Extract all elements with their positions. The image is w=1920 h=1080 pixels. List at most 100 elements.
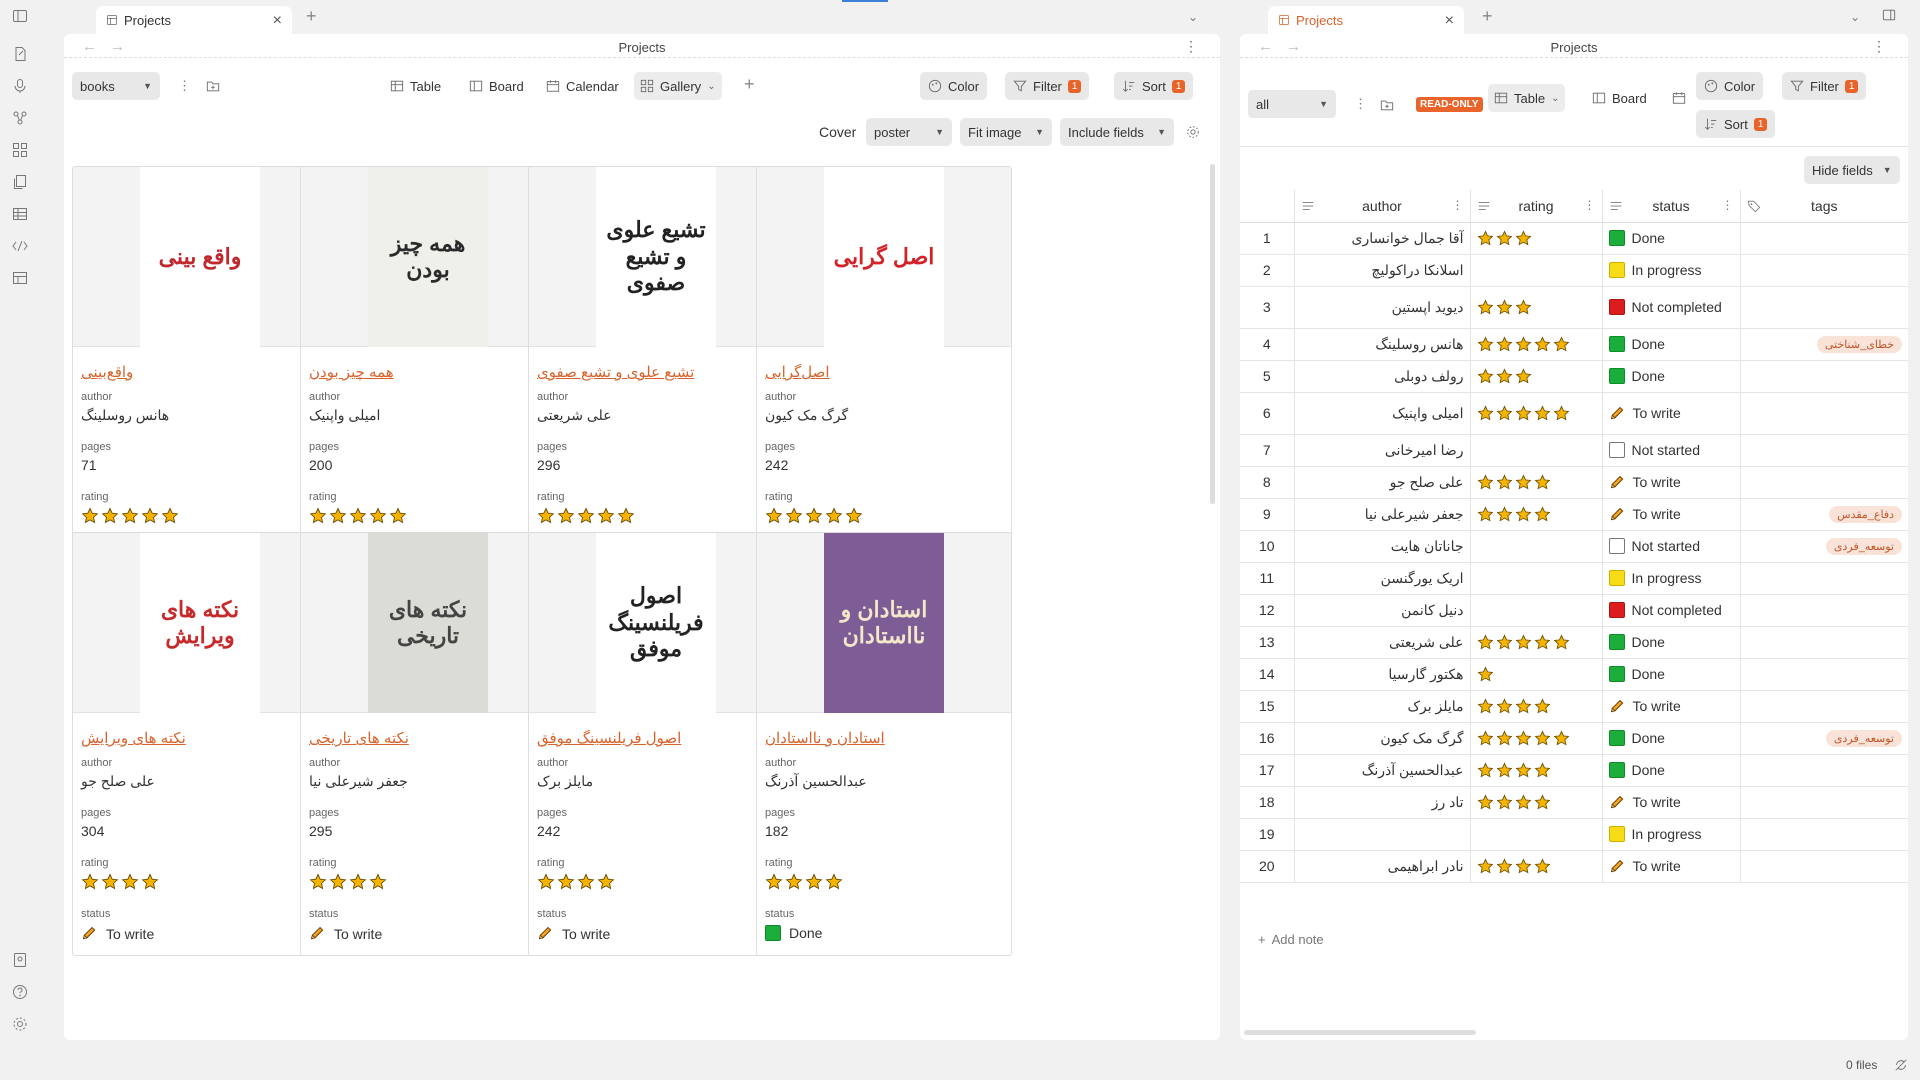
gallery-card[interactable]: استادان و نااستادان استادان و نااستادان au… bbox=[756, 532, 1012, 956]
table-row[interactable]: 9 جعفر شیرعلی نیا To write دفاع_مقدس bbox=[1240, 498, 1908, 531]
cell-rating[interactable] bbox=[1470, 658, 1603, 691]
table-row[interactable]: 17 عبدالحسین آذرنگ Done bbox=[1240, 754, 1908, 787]
table-row[interactable]: 2 اسلانکا دراکولیچ In progress bbox=[1240, 254, 1908, 287]
cell-rating[interactable] bbox=[1470, 498, 1603, 531]
microphone-icon[interactable] bbox=[12, 78, 28, 94]
cell-author[interactable]: تاد رز bbox=[1294, 786, 1471, 819]
sync-off-icon[interactable] bbox=[1894, 1058, 1908, 1072]
new-tab-icon[interactable]: + bbox=[306, 6, 317, 27]
cell-status[interactable]: To write bbox=[1602, 392, 1741, 435]
right-sidebar-toggle-icon[interactable] bbox=[1882, 8, 1896, 22]
cell-author[interactable]: جاناتان هایت bbox=[1294, 530, 1471, 563]
cell-tags[interactable] bbox=[1740, 466, 1908, 499]
more-options-icon[interactable]: ⋮ bbox=[1872, 38, 1886, 55]
new-folder-icon[interactable] bbox=[206, 79, 220, 93]
cell-author[interactable]: مایلز برک bbox=[1294, 690, 1471, 723]
table-row[interactable]: 12 دنیل کانمن Not completed bbox=[1240, 594, 1908, 627]
table-row[interactable]: 5 رولف دوبلی Done bbox=[1240, 360, 1908, 393]
close-tab-icon[interactable]: × bbox=[1445, 12, 1454, 30]
cell-tags[interactable] bbox=[1740, 562, 1908, 595]
cell-rating[interactable] bbox=[1470, 530, 1603, 563]
add-view-icon[interactable]: + bbox=[744, 74, 755, 95]
card-title-link[interactable]: استادان و نااستادان bbox=[765, 729, 1003, 747]
settings-gear-icon[interactable] bbox=[12, 1016, 28, 1032]
view-board[interactable]: Board bbox=[463, 72, 530, 100]
cell-author[interactable]: اسلانکا دراکولیچ bbox=[1294, 254, 1471, 287]
column-header-rating[interactable]: rating ⋮ bbox=[1470, 190, 1603, 223]
cell-rating[interactable] bbox=[1470, 818, 1603, 851]
cell-rating[interactable] bbox=[1470, 328, 1603, 361]
cell-author[interactable]: گرگ مک کیون bbox=[1294, 722, 1471, 755]
tab-projects-right[interactable]: Projects × bbox=[1268, 6, 1464, 34]
cell-status[interactable]: To write bbox=[1602, 498, 1741, 531]
percent-code-icon[interactable] bbox=[12, 238, 28, 254]
calendar-icon[interactable] bbox=[1672, 91, 1686, 105]
card-title-link[interactable]: اصول فریلنسینگ موفق bbox=[537, 729, 775, 747]
copy-icon[interactable] bbox=[12, 174, 28, 190]
table-row[interactable]: 11 اریک یورگنسن In progress bbox=[1240, 562, 1908, 595]
hide-fields-button[interactable]: Hide fields ▼ bbox=[1804, 156, 1900, 184]
view-table[interactable]: Table bbox=[384, 72, 447, 100]
table-row[interactable]: 7 رضا امیرخانی Not started bbox=[1240, 434, 1908, 467]
cell-author[interactable]: جعفر شیرعلی نیا bbox=[1294, 498, 1471, 531]
card-title-link[interactable]: واقع‌بینی bbox=[81, 363, 319, 381]
project-select[interactable]: all ▼ bbox=[1248, 90, 1336, 118]
card-title-link[interactable]: نکته های تاریخی bbox=[309, 729, 547, 747]
view-calendar[interactable]: Calendar bbox=[540, 72, 625, 100]
more-options-icon[interactable]: ⋮ bbox=[1184, 38, 1198, 55]
vault-icon[interactable] bbox=[12, 952, 28, 968]
column-header-author[interactable]: author ⋮ bbox=[1294, 190, 1471, 223]
cell-tags[interactable] bbox=[1740, 254, 1908, 287]
project-more-icon[interactable]: ⋮ bbox=[178, 78, 191, 94]
fit-image-select[interactable]: Fit image ▼ bbox=[960, 118, 1052, 146]
cell-tags[interactable] bbox=[1740, 850, 1908, 883]
new-note-icon[interactable] bbox=[12, 46, 28, 62]
cell-status[interactable]: Not completed bbox=[1602, 286, 1741, 329]
color-button[interactable]: Color bbox=[920, 72, 988, 100]
tab-list-chevron-icon[interactable]: ⌄ bbox=[1850, 10, 1860, 24]
view-table[interactable]: Table ⌄ bbox=[1488, 84, 1566, 112]
new-folder-icon[interactable] bbox=[1380, 98, 1394, 112]
cell-tags[interactable] bbox=[1740, 434, 1908, 467]
table-row[interactable]: 20 نادر ابراهیمی To write bbox=[1240, 850, 1908, 883]
cell-status[interactable]: Not started bbox=[1602, 434, 1741, 467]
sort-button[interactable]: Sort 1 bbox=[1114, 72, 1194, 100]
close-tab-icon[interactable]: × bbox=[273, 12, 282, 30]
tab-list-chevron-icon[interactable]: ⌄ bbox=[1188, 10, 1198, 24]
cell-tags[interactable]: خطای_شناختی bbox=[1740, 328, 1908, 361]
cell-status[interactable]: In progress bbox=[1602, 818, 1741, 851]
cell-status[interactable]: To write bbox=[1602, 786, 1741, 819]
cell-rating[interactable] bbox=[1470, 626, 1603, 659]
cell-rating[interactable] bbox=[1470, 850, 1603, 883]
cell-author[interactable]: هکتور گارسیا bbox=[1294, 658, 1471, 691]
table-row[interactable]: 14 هکتور گارسیا Done bbox=[1240, 658, 1908, 691]
cell-status[interactable]: Not completed bbox=[1602, 594, 1741, 627]
color-button[interactable]: Color bbox=[1696, 72, 1764, 100]
cell-author[interactable]: رولف دوبلی bbox=[1294, 360, 1471, 393]
table-row[interactable]: 3 دیوید اپستین Not completed bbox=[1240, 286, 1908, 329]
cell-rating[interactable] bbox=[1470, 360, 1603, 393]
card-title-link[interactable]: اصل‌گرایی bbox=[765, 363, 1003, 381]
tab-projects-left[interactable]: Projects × bbox=[96, 6, 292, 34]
cell-rating[interactable] bbox=[1470, 392, 1603, 435]
cell-rating[interactable] bbox=[1470, 562, 1603, 595]
new-tab-icon[interactable]: + bbox=[1482, 6, 1493, 27]
cell-rating[interactable] bbox=[1470, 594, 1603, 627]
project-more-icon[interactable]: ⋮ bbox=[1354, 96, 1367, 112]
cell-tags[interactable] bbox=[1740, 786, 1908, 819]
cell-tags[interactable] bbox=[1740, 626, 1908, 659]
sort-button[interactable]: Sort 1 bbox=[1696, 110, 1776, 138]
scrollbar[interactable] bbox=[1210, 164, 1215, 504]
cell-author[interactable]: دیوید اپستین bbox=[1294, 286, 1471, 329]
table-row[interactable]: 6 امیلی واپنیک To write bbox=[1240, 392, 1908, 435]
cell-rating[interactable] bbox=[1470, 286, 1603, 329]
cell-tags[interactable]: دفاع_مقدس bbox=[1740, 498, 1908, 531]
cell-rating[interactable] bbox=[1470, 722, 1603, 755]
tag-pill[interactable]: دفاع_مقدس bbox=[1829, 506, 1902, 523]
dashboard-icon[interactable] bbox=[12, 142, 28, 158]
cell-tags[interactable] bbox=[1740, 754, 1908, 787]
gallery-card[interactable]: همه چیز بودن همه چیز بودن author امیلی واپن… bbox=[300, 166, 556, 590]
cell-status[interactable]: To write bbox=[1602, 466, 1741, 499]
cell-rating[interactable] bbox=[1470, 254, 1603, 287]
cell-status[interactable]: Done bbox=[1602, 328, 1741, 361]
